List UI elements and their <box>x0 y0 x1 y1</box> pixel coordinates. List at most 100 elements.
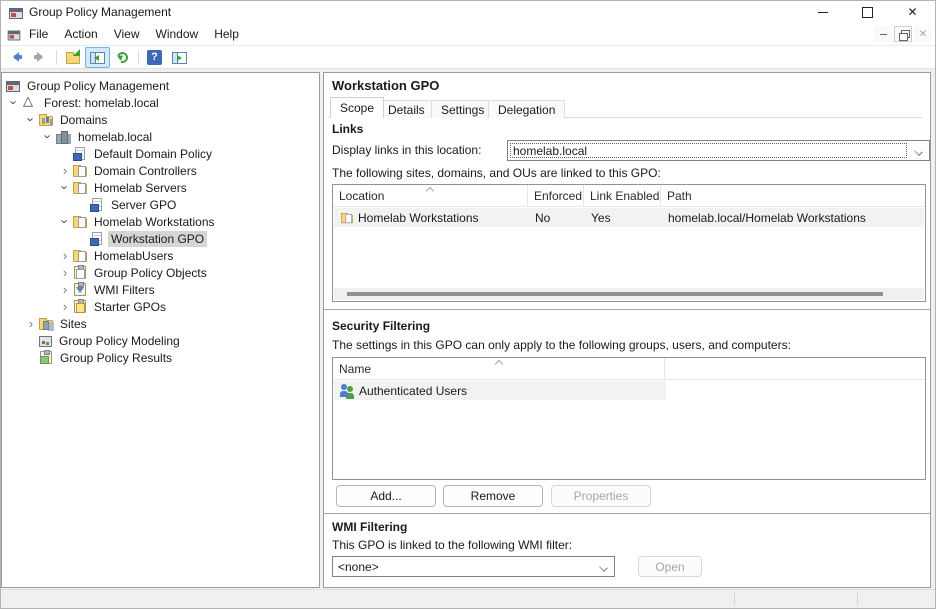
chevron-down-icon[interactable] <box>63 215 67 228</box>
column-header-enforced[interactable]: Enforced <box>528 185 584 206</box>
tree-item-group-policy-objects[interactable]: Group Policy Objects <box>2 264 319 281</box>
chevron-right-icon[interactable] <box>63 164 67 177</box>
menu-help[interactable]: Help <box>206 24 247 44</box>
menu-view[interactable]: View <box>106 24 148 44</box>
show-console-tree-button[interactable] <box>85 47 110 68</box>
ou-folder-icon <box>73 184 87 194</box>
chevron-down-icon[interactable] <box>12 96 16 109</box>
tree-item-default-domain-policy[interactable]: Default Domain Policy <box>2 145 319 162</box>
mdi-minimize-icon <box>880 34 887 35</box>
location-value: homelab.local <box>513 144 587 158</box>
show-action-pane-button[interactable] <box>167 47 192 68</box>
scope-pane: Workstation GPO Scope Details Settings D… <box>323 72 931 588</box>
tree-item-homelab-servers[interactable]: Homelab Servers <box>2 179 319 196</box>
tree-item-sites[interactable]: Sites <box>2 315 319 332</box>
tree-item-domain-controllers[interactable]: Domain Controllers <box>2 162 319 179</box>
up-folder-icon <box>66 54 80 64</box>
scrollbar-thumb[interactable] <box>347 292 883 296</box>
mdi-restore-button[interactable] <box>894 26 912 42</box>
horizontal-scrollbar[interactable] <box>334 288 924 300</box>
tab-scope[interactable]: Scope <box>330 97 384 118</box>
mdi-close-button[interactable] <box>914 26 932 42</box>
tree-item-group-policy-results[interactable]: Group Policy Results <box>2 349 319 366</box>
console-icon <box>8 30 21 40</box>
gpo-link-icon <box>92 232 102 245</box>
location-combobox[interactable]: homelab.local <box>507 140 930 161</box>
help-icon <box>147 50 162 65</box>
display-links-label: Display links in this location: <box>332 143 481 157</box>
tree-item-domain-homelab[interactable]: homelab.local <box>2 128 319 145</box>
gpmc-window: Group Policy Management File Action View… <box>0 0 936 609</box>
column-header-link-enabled[interactable]: Link Enabled <box>584 185 661 206</box>
maximize-button[interactable] <box>845 1 890 23</box>
chevron-right-icon[interactable] <box>63 283 67 296</box>
security-filtering-heading: Security Filtering <box>332 319 430 333</box>
add-button[interactable]: Add... <box>336 485 436 507</box>
tab-delegation[interactable]: Delegation <box>488 100 565 118</box>
forest-icon <box>22 95 37 110</box>
menu-file[interactable]: File <box>21 24 56 44</box>
chevron-right-icon[interactable] <box>63 249 67 262</box>
sort-ascending-icon <box>426 187 434 195</box>
tree-item-server-gpo[interactable]: Server GPO <box>2 196 319 213</box>
tab-details[interactable]: Details <box>378 100 435 118</box>
security-table: Name Authenticated Users <box>332 357 926 480</box>
tree-item-workstation-gpo[interactable]: Workstation GPO <box>2 230 319 247</box>
wmi-filters-icon <box>74 283 86 296</box>
wmi-filtering-heading: WMI Filtering <box>332 520 407 534</box>
chevron-right-icon[interactable] <box>63 300 67 313</box>
forward-button[interactable] <box>28 47 53 68</box>
column-header-name[interactable]: Name <box>333 358 665 379</box>
menu-action[interactable]: Action <box>56 24 105 44</box>
menu-bar: File Action View Window Help <box>1 23 935 46</box>
back-button[interactable] <box>3 47 28 68</box>
security-table-header: Name <box>333 358 925 380</box>
gpmc-icon <box>6 81 20 92</box>
users-group-icon <box>340 383 355 398</box>
gpo-link-icon <box>92 198 102 211</box>
tree-item-homelabusers[interactable]: HomelabUsers <box>2 247 319 264</box>
status-bar-separator <box>857 593 858 605</box>
tree-item-forest[interactable]: Forest: homelab.local <box>2 94 319 111</box>
tree-item-wmi-filters[interactable]: WMI Filters <box>2 281 319 298</box>
wmi-filter-value: <none> <box>338 560 379 574</box>
security-table-row[interactable]: Authenticated Users <box>334 381 666 400</box>
chevron-right-icon[interactable] <box>63 266 67 279</box>
workspace: Group Policy Management Forest: homelab.… <box>1 69 935 589</box>
wmi-filter-combobox[interactable]: <none> <box>332 556 615 577</box>
refresh-button[interactable] <box>110 47 135 68</box>
tree-item-starter-gpos[interactable]: Starter GPOs <box>2 298 319 315</box>
links-table-row[interactable]: Homelab Workstations No Yes homelab.loca… <box>334 208 924 227</box>
tree-item-group-policy-modeling[interactable]: Group Policy Modeling <box>2 332 319 349</box>
chevron-down-icon[interactable] <box>46 130 50 143</box>
chevron-down-icon[interactable] <box>63 181 67 194</box>
tree-item-homelab-workstations[interactable]: Homelab Workstations <box>2 213 319 230</box>
column-header-path[interactable]: Path <box>661 185 925 206</box>
window-title: Group Policy Management <box>29 5 171 19</box>
forward-arrow-icon <box>33 52 48 63</box>
remove-button[interactable]: Remove <box>443 485 543 507</box>
minimize-icon <box>818 12 828 13</box>
gpo-container-icon <box>74 266 86 279</box>
tab-strip: Scope Details Settings Delegation <box>330 97 922 118</box>
menu-window[interactable]: Window <box>148 24 207 44</box>
tree-item-domains[interactable]: Domains <box>2 111 319 128</box>
sort-ascending-icon <box>495 360 503 368</box>
domain-icon <box>56 129 71 144</box>
mdi-close-icon <box>919 29 927 40</box>
tab-settings[interactable]: Settings <box>431 100 494 118</box>
mdi-minimize-button[interactable] <box>874 26 892 42</box>
links-caption: The following sites, domains, and OUs ar… <box>332 166 661 180</box>
toolbar-separator <box>138 50 139 65</box>
close-button[interactable] <box>890 1 935 23</box>
help-button[interactable] <box>142 47 167 68</box>
close-icon <box>907 5 917 19</box>
column-header-location[interactable]: Location <box>333 185 528 206</box>
results-icon <box>40 351 52 364</box>
toolbar <box>1 46 935 69</box>
minimize-button[interactable] <box>800 1 845 23</box>
up-one-level-button[interactable] <box>60 47 85 68</box>
chevron-down-icon[interactable] <box>29 113 33 126</box>
chevron-right-icon[interactable] <box>29 317 33 330</box>
tree-item-root[interactable]: Group Policy Management <box>2 77 319 94</box>
